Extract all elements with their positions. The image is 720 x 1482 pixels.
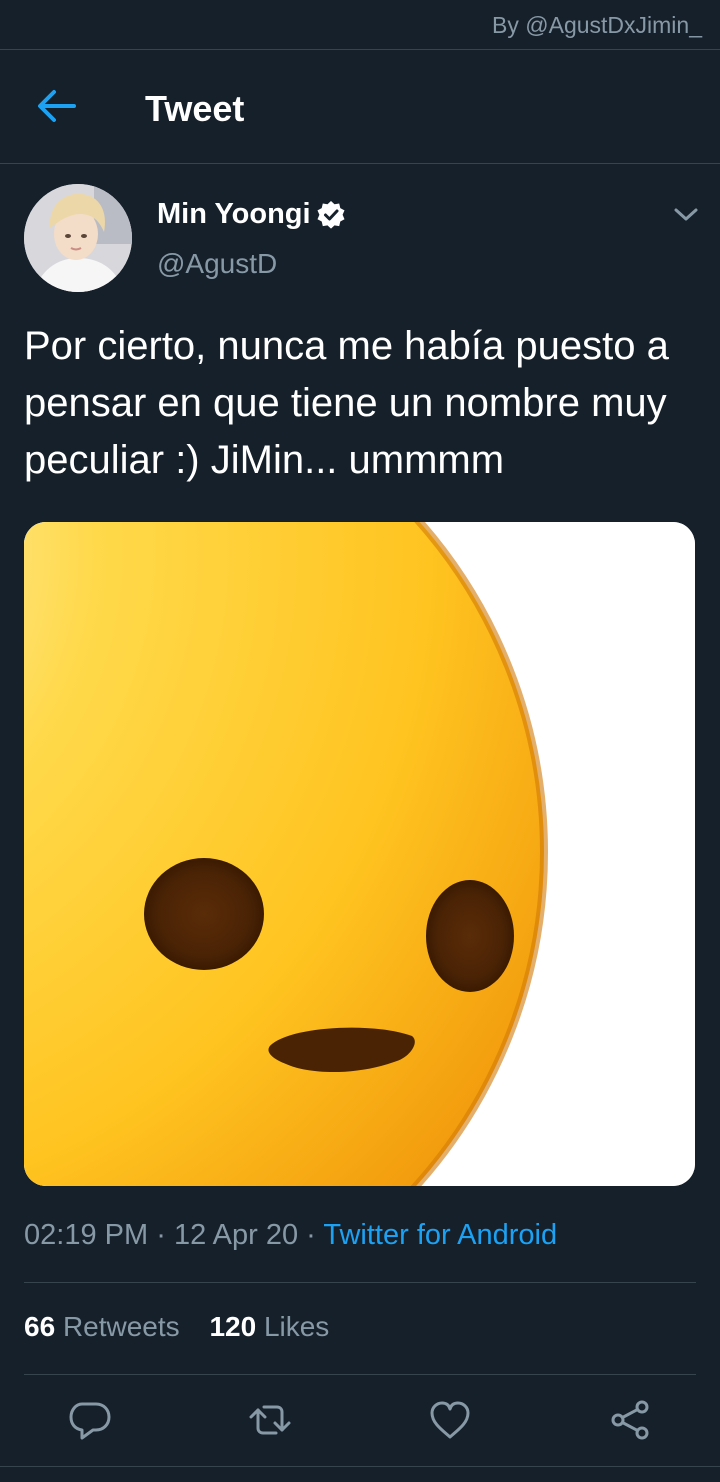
tweet-media-image[interactable] bbox=[24, 522, 695, 1186]
reply-icon[interactable] bbox=[68, 1398, 112, 1442]
tweet-meta: 02:19 PM · 12 Apr 20 · Twitter for Andro… bbox=[24, 1219, 557, 1252]
divider bbox=[0, 1466, 720, 1467]
like-count: 120 bbox=[209, 1311, 257, 1342]
meta-separator: · bbox=[306, 1219, 316, 1251]
top-bar: Tweet bbox=[0, 49, 720, 164]
retweet-count: 66 bbox=[24, 1311, 56, 1342]
tweet-text: Por cierto, nunca me había puesto a pens… bbox=[24, 324, 669, 482]
like-icon[interactable] bbox=[428, 1398, 472, 1442]
divider bbox=[24, 1374, 696, 1375]
avatar[interactable] bbox=[24, 184, 132, 292]
tweet-stats: 66 Retweets 120 Likes bbox=[24, 1311, 351, 1343]
tweet-source-link[interactable]: Twitter for Android bbox=[323, 1219, 557, 1251]
page-title: Tweet bbox=[145, 88, 245, 129]
share-icon[interactable] bbox=[608, 1398, 652, 1442]
author-name[interactable]: Min Yoongi bbox=[157, 198, 311, 231]
divider bbox=[24, 1282, 696, 1283]
retweet-icon[interactable] bbox=[248, 1398, 292, 1442]
tweet-time: 02:19 PM bbox=[24, 1219, 149, 1251]
watermark-text: By @AgustDxJimin_ bbox=[492, 12, 702, 38]
retweet-label: Retweets bbox=[62, 1311, 180, 1342]
avatar-photo bbox=[24, 184, 132, 292]
likes-stat[interactable]: 120 Likes bbox=[209, 1311, 329, 1342]
neutral-face-emoji-image bbox=[24, 522, 695, 1186]
retweets-stat[interactable]: 66 Retweets bbox=[24, 1311, 180, 1342]
chevron-down-icon[interactable] bbox=[672, 202, 700, 226]
tweet-date: 12 Apr 20 bbox=[173, 1219, 299, 1251]
author-handle[interactable]: @AgustD bbox=[157, 248, 277, 280]
verified-badge-icon bbox=[317, 201, 345, 229]
meta-separator: · bbox=[156, 1219, 166, 1251]
like-label: Likes bbox=[263, 1311, 330, 1342]
arrow-left-icon[interactable] bbox=[34, 86, 78, 126]
